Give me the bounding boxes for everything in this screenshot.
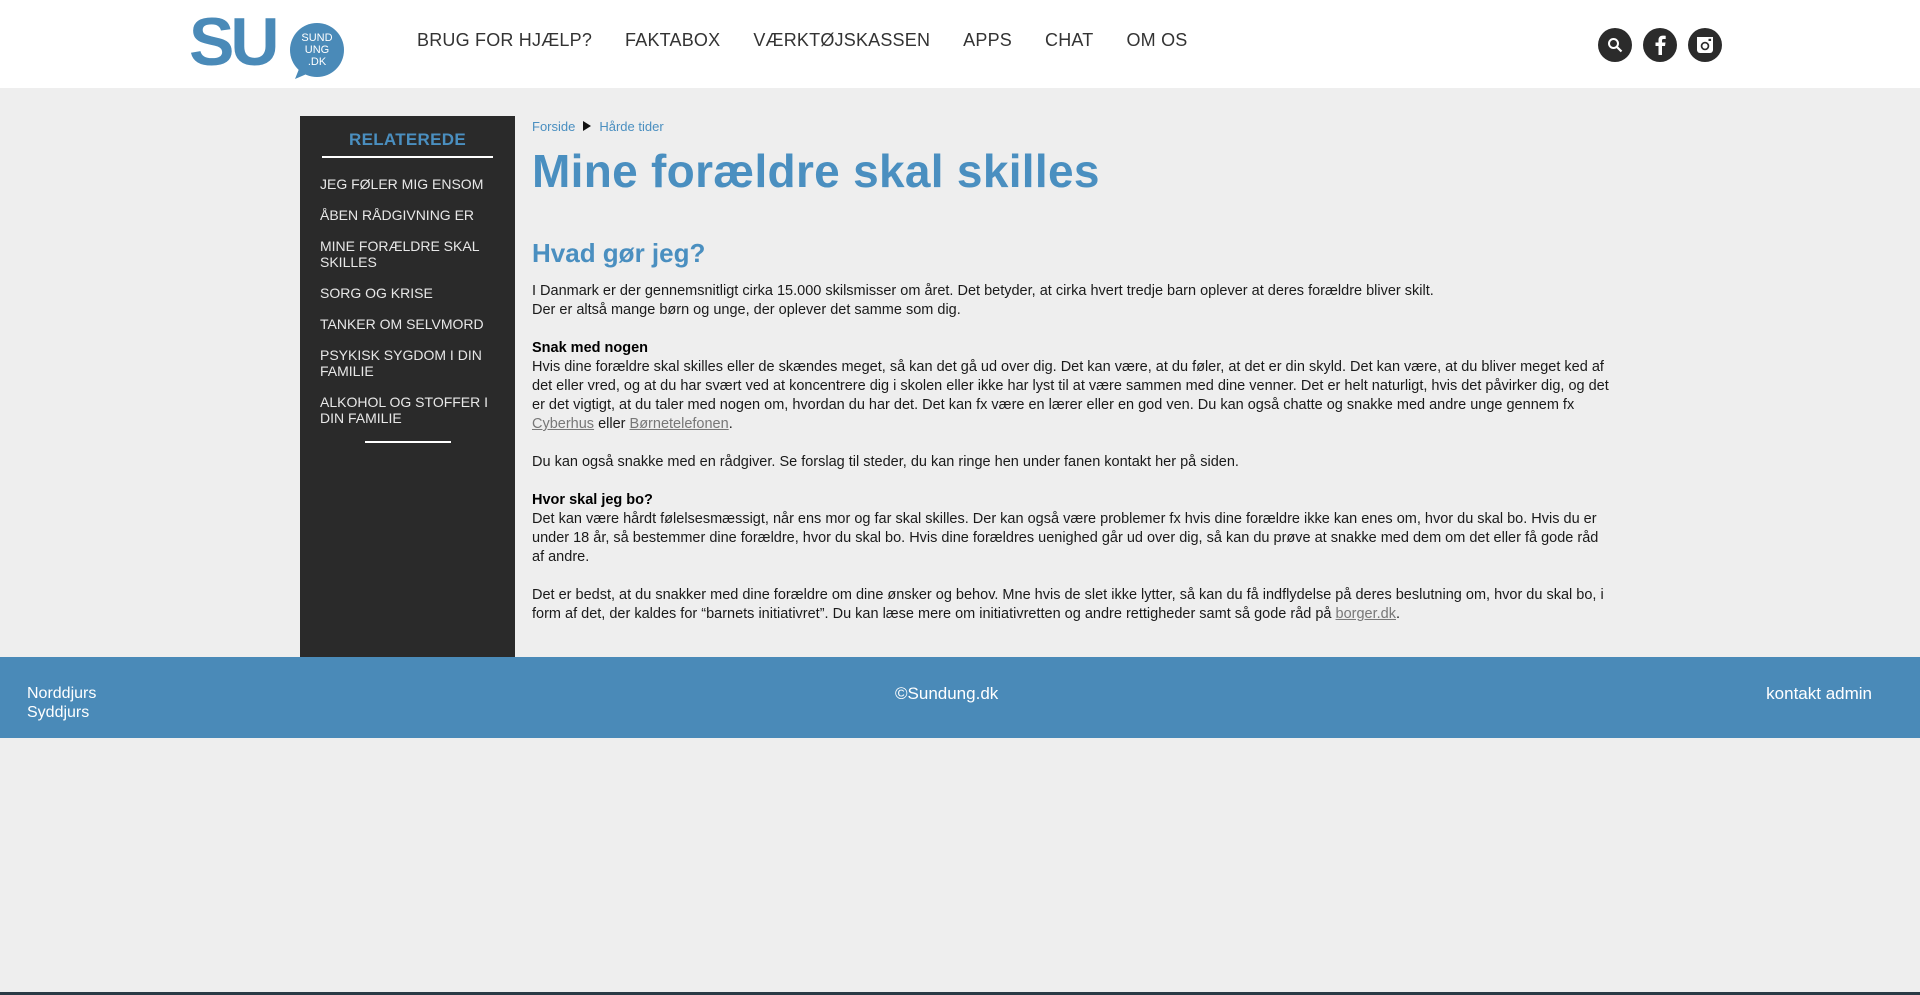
site-footer: Norddjurs Syddjurs ©Sundung.dk kontakt a… xyxy=(0,657,1920,738)
breadcrumb-arrow-icon xyxy=(583,121,592,131)
sidebar-item-jeg-foler-mig-ensom[interactable]: JEG FØLER MIG ENSOM xyxy=(320,176,510,192)
sundung-logo[interactable]: SU SUND UNG .DK xyxy=(189,9,349,79)
sidebar-item-tanker-om-selvmord[interactable]: TANKER OM SELVMORD xyxy=(320,316,510,332)
copyright: ©Sundung.dk xyxy=(895,684,999,703)
nav-item-apps[interactable]: APPS xyxy=(963,30,1012,51)
social-links xyxy=(1598,28,1722,62)
nav-item-vaerktojskassen[interactable]: VÆRKTØJSKASSEN xyxy=(753,30,930,51)
site-header: SU SUND UNG .DK BRUG FOR HJÆLP? FAKTABOX… xyxy=(0,0,1920,88)
sidebar-item-alkohol-og-stoffer[interactable]: ALKOHOL OG STOFFER I DIN FAMILIE xyxy=(320,394,510,426)
sidebar-divider xyxy=(365,441,451,443)
breadcrumb-home[interactable]: Forside xyxy=(532,119,575,134)
bornetelefonen-link[interactable]: Børnetelefonen xyxy=(630,416,729,432)
instagram-icon[interactable] xyxy=(1688,28,1722,62)
section-end: . xyxy=(728,416,733,432)
facebook-icon[interactable] xyxy=(1643,28,1677,62)
contact-admin-link[interactable]: kontakt admin xyxy=(1766,684,1872,704)
svg-text:UNG: UNG xyxy=(305,44,329,56)
intro-paragraph: I Danmark er der gennemsnitligt cirka 15… xyxy=(532,282,1612,320)
cyberhus-link[interactable]: Cyberhus xyxy=(532,416,594,432)
intro-line-2: Der er altså mange børn og unge, der opl… xyxy=(532,302,961,318)
section-heading: Snak med nogen xyxy=(532,340,649,356)
sidebar-item-aben-raadgivning[interactable]: ÅBEN RÅDGIVNING ER xyxy=(320,207,510,223)
svg-text:SU: SU xyxy=(189,9,275,79)
sidebar-item-psykisk-sygdom[interactable]: PSYKISK SYGDOM I DIN FAMILIE xyxy=(320,347,510,379)
section-text: Hvis dine forældre skal skilles eller de… xyxy=(532,359,1609,413)
nav-item-chat[interactable]: CHAT xyxy=(1045,30,1093,51)
nav-item-brug-for-hjaelp[interactable]: BRUG FOR HJÆLP? xyxy=(417,30,592,51)
section-hvor-skal-jeg-bo: Hvor skal jeg bo? Det kan være hårdt føl… xyxy=(532,491,1612,567)
section-text: Det kan være hårdt følelsesmæssigt, når … xyxy=(532,511,1599,565)
section-heading: Hvor skal jeg bo? xyxy=(532,492,653,508)
sidebar-title: RELATEREDE xyxy=(322,130,493,158)
main-nav: BRUG FOR HJÆLP? FAKTABOX VÆRKTØJSKASSEN … xyxy=(417,30,1220,51)
svg-text:.DK: .DK xyxy=(308,56,327,68)
breadcrumb-current[interactable]: Hårde tider xyxy=(599,119,663,134)
sidebar-item-mine-foraeldre-skal-skilles[interactable]: MINE FORÆLDRE SKAL SKILLES xyxy=(320,238,510,270)
region-norddjurs: Norddjurs xyxy=(27,685,97,702)
rights-paragraph: Det er bedst, at du snakker med dine for… xyxy=(532,586,1612,624)
svg-text:SUND: SUND xyxy=(301,32,332,44)
footer-regions: Norddjurs Syddjurs xyxy=(27,684,96,722)
section-subtitle: Hvad gør jeg? xyxy=(532,238,706,268)
page-title: Mine forældre skal skilles xyxy=(532,145,1100,197)
rights-text: Det er bedst, at du snakker med dine for… xyxy=(532,587,1604,622)
related-list: JEG FØLER MIG ENSOM ÅBEN RÅDGIVNING ER M… xyxy=(320,176,510,441)
article-body: I Danmark er der gennemsnitligt cirka 15… xyxy=(532,282,1612,624)
section-snak-med-nogen: Snak med nogen Hvis dine forældre skal s… xyxy=(532,339,1612,434)
nav-item-faktabox[interactable]: FAKTABOX xyxy=(625,30,720,51)
sidebar-item-sorg-og-krise[interactable]: SORG OG KRISE xyxy=(320,285,510,301)
search-icon[interactable] xyxy=(1598,28,1632,62)
breadcrumb: Forside Hårde tider xyxy=(532,116,1612,136)
intro-line-1: I Danmark er der gennemsnitligt cirka 15… xyxy=(532,283,1434,299)
region-syddjurs: Syddjurs xyxy=(27,704,90,721)
related-sidebar: RELATEREDE JEG FØLER MIG ENSOM ÅBEN RÅDG… xyxy=(300,116,515,657)
borger-dk-link[interactable]: borger.dk xyxy=(1336,606,1396,622)
advisor-paragraph: Du kan også snakke med en rådgiver. Se f… xyxy=(532,454,1239,470)
link-connector: eller xyxy=(594,416,630,432)
nav-item-om-os[interactable]: OM OS xyxy=(1126,30,1187,51)
article: Forside Hårde tider Mine forældre skal s… xyxy=(532,116,1612,643)
rights-end: . xyxy=(1396,606,1401,622)
